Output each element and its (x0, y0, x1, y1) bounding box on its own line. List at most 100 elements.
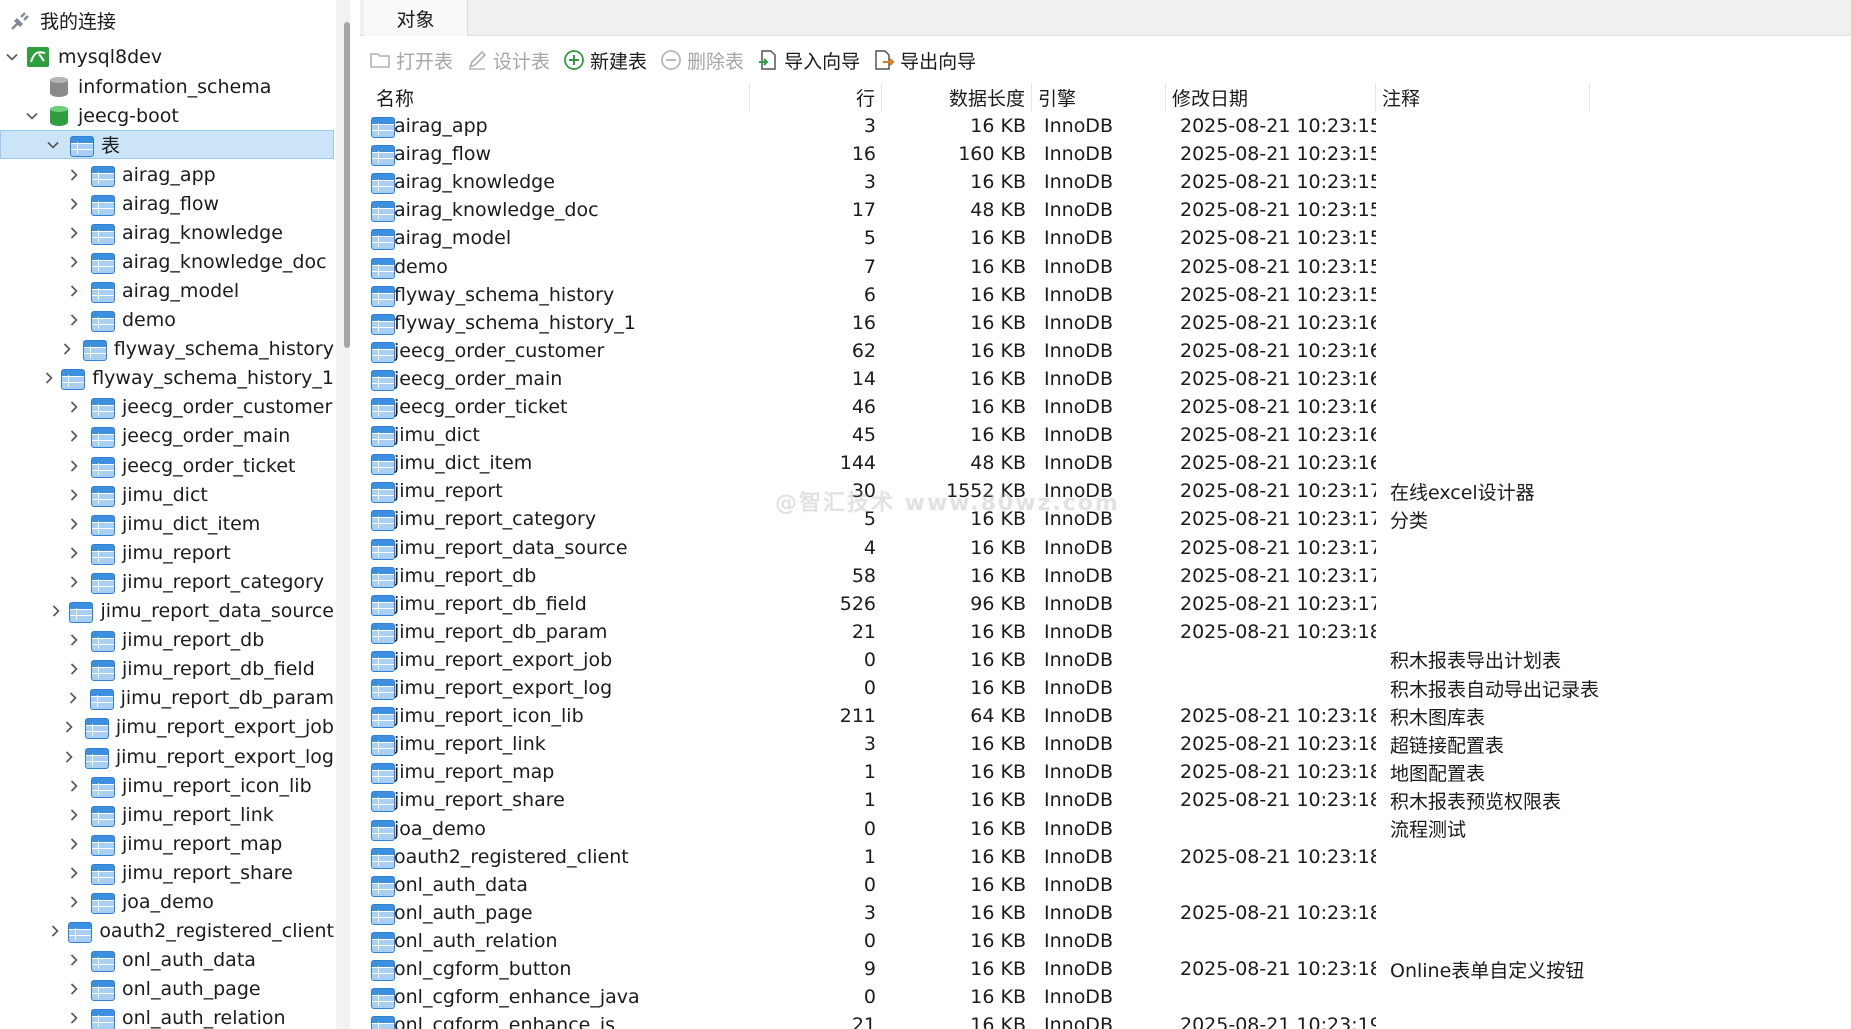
open-table-button[interactable]: 打开表 (368, 43, 453, 77)
chevron-right-icon[interactable] (66, 661, 82, 677)
chevron-right-icon[interactable] (66, 981, 82, 997)
tree-table-item[interactable]: onl_auth_page (0, 975, 334, 1004)
tree-db-information-schema[interactable]: information_schema (0, 72, 334, 101)
tree-table-item[interactable]: jeecg_order_main (0, 422, 334, 451)
table-row[interactable]: jeecg_order_customer 62 16 KB InnoDB 2025-08… (360, 337, 1851, 365)
chevron-right-icon[interactable] (49, 923, 61, 939)
table-row[interactable]: flyway_schema_history_1 16 16 KB InnoDB 2025… (360, 309, 1851, 337)
sidebar-scrollbar-thumb[interactable] (344, 22, 350, 348)
table-row[interactable]: onl_cgform_enhance_js 21 16 KB InnoDB 2025-0… (360, 1011, 1851, 1029)
design-table-button[interactable]: 设计表 (465, 43, 550, 77)
chevron-right-icon[interactable] (66, 225, 82, 241)
table-row[interactable]: onl_auth_relation 0 16 KB InnoDB (360, 927, 1851, 955)
chevron-right-icon[interactable] (66, 632, 82, 648)
table-row[interactable]: jimu_report_data_source 4 16 KB InnoDB 2025-… (360, 534, 1851, 562)
table-row[interactable]: joa_demo 0 16 KB InnoDB 流程测试 (360, 815, 1851, 843)
table-row[interactable]: onl_auth_data 0 16 KB InnoDB (360, 871, 1851, 899)
tree-table-item[interactable]: airag_knowledge_doc (0, 247, 334, 276)
chevron-right-icon[interactable] (66, 283, 82, 299)
tree-table-item[interactable]: jimu_report (0, 538, 334, 567)
chevron-right-icon[interactable] (50, 603, 62, 619)
tree-connection-mysql8dev[interactable]: mysql8dev (0, 42, 334, 71)
chevron-right-icon[interactable] (66, 865, 82, 881)
table-row[interactable]: oauth2_registered_client 1 16 KB InnoDB 2025… (360, 843, 1851, 871)
export-wizard-button[interactable]: 导出向导 (872, 43, 976, 77)
tree-table-item[interactable]: jimu_report_db_field (0, 655, 334, 684)
column-header-data-length[interactable]: 数据长度 (882, 83, 1032, 112)
table-row[interactable]: jimu_report_db_param 21 16 KB InnoDB 2025-08… (360, 618, 1851, 646)
table-row[interactable]: onl_auth_page 3 16 KB InnoDB 2025-08-21 10:2… (360, 899, 1851, 927)
table-row[interactable]: airag_app 3 16 KB InnoDB 2025-08-21 10:23:15 (360, 112, 1851, 140)
table-row[interactable]: flyway_schema_history 6 16 KB InnoDB 2025-08… (360, 281, 1851, 309)
tree-table-item[interactable]: jimu_report_data_source (0, 597, 334, 626)
table-row[interactable]: jimu_report_share 1 16 KB InnoDB 2025-08-21 … (360, 786, 1851, 814)
chevron-right-icon[interactable] (43, 370, 55, 386)
table-row[interactable]: jimu_dict 45 16 KB InnoDB 2025-08-21 10:23:1… (360, 421, 1851, 449)
tree-table-item[interactable]: jimu_report_link (0, 800, 334, 829)
delete-table-button[interactable]: 删除表 (659, 43, 744, 77)
tree-table-item[interactable]: jimu_report_category (0, 567, 334, 596)
tree-table-item[interactable]: jeecg_order_customer (0, 393, 334, 422)
tree-db-jeecg-boot[interactable]: jeecg-boot (0, 101, 334, 130)
table-row[interactable]: jimu_report_icon_lib 211 64 KB InnoDB 2025-0… (360, 702, 1851, 730)
column-header-comment[interactable]: 注释 (1376, 83, 1590, 112)
table-row[interactable]: onl_cgform_button 9 16 KB InnoDB 2025-08-21 … (360, 955, 1851, 983)
table-row[interactable]: jimu_report_map 1 16 KB InnoDB 2025-08-21 10… (360, 758, 1851, 786)
tree-table-item[interactable]: jimu_report_export_log (0, 742, 334, 771)
tree-table-item[interactable]: jimu_report_share (0, 858, 334, 887)
tree-root-my-connections[interactable]: 我的连接 (0, 6, 334, 35)
chevron-right-icon[interactable] (66, 196, 82, 212)
chevron-right-icon[interactable] (66, 952, 82, 968)
chevron-right-icon[interactable] (66, 516, 82, 532)
chevron-right-icon[interactable] (66, 894, 82, 910)
table-row[interactable]: jimu_report_db_field 526 96 KB InnoDB 2025-0… (360, 590, 1851, 618)
chevron-right-icon[interactable] (66, 167, 82, 183)
chevron-right-icon[interactable] (66, 545, 82, 561)
table-row[interactable]: jimu_report_export_log 0 16 KB InnoDB 积木报表自动… (360, 674, 1851, 702)
tree-table-item[interactable]: joa_demo (0, 888, 334, 917)
column-header-name[interactable]: 名称 (370, 83, 750, 112)
table-row[interactable]: jimu_report_category 5 16 KB InnoDB 2025-08-… (360, 505, 1851, 533)
tab-objects[interactable]: 对象 (364, 0, 468, 36)
tree-table-item[interactable]: jimu_report_icon_lib (0, 771, 334, 800)
tree-table-item[interactable]: onl_auth_data (0, 946, 334, 975)
table-row[interactable]: airag_knowledge 3 16 KB InnoDB 2025-08-21 10… (360, 168, 1851, 196)
tree-table-item[interactable]: oauth2_registered_client (0, 917, 334, 946)
table-row[interactable]: jimu_report_export_job 0 16 KB InnoDB 积木报表导出… (360, 646, 1851, 674)
chevron-right-icon[interactable] (66, 778, 82, 794)
chevron-right-icon[interactable] (66, 312, 82, 328)
tree-table-item[interactable]: jimu_dict (0, 480, 334, 509)
tree-table-item[interactable]: jeecg_order_ticket (0, 451, 334, 480)
chevron-down-icon[interactable] (24, 108, 40, 124)
tree-table-item[interactable]: airag_flow (0, 189, 334, 218)
tree-table-item[interactable]: onl_auth_relation (0, 1004, 334, 1029)
table-row[interactable]: jimu_dict_item 144 48 KB InnoDB 2025-08-21 1… (360, 449, 1851, 477)
tree-table-item[interactable]: flyway_schema_history (0, 335, 334, 364)
chevron-right-icon[interactable] (66, 836, 82, 852)
table-row[interactable]: demo 7 16 KB InnoDB 2025-08-21 10:23:15 (360, 253, 1851, 281)
chevron-down-icon[interactable] (4, 49, 20, 65)
chevron-right-icon[interactable] (66, 574, 82, 590)
tree-table-item[interactable]: jimu_report_db (0, 626, 334, 655)
chevron-right-icon[interactable] (66, 254, 82, 270)
column-header-rows[interactable]: 行 (750, 83, 882, 112)
new-table-button[interactable]: 新建表 (562, 43, 647, 77)
chevron-right-icon[interactable] (66, 458, 82, 474)
column-header-modified[interactable]: 修改日期 (1166, 83, 1376, 112)
tree-table-item[interactable]: jimu_report_export_job (0, 713, 334, 742)
tree-table-item[interactable]: airag_app (0, 160, 334, 189)
tree-folder-tables[interactable]: 表 (0, 130, 334, 159)
table-row[interactable]: jimu_report_link 3 16 KB InnoDB 2025-08-21 1… (360, 730, 1851, 758)
chevron-right-icon[interactable] (66, 487, 82, 503)
column-header-engine[interactable]: 引擎 (1032, 83, 1166, 112)
table-row[interactable]: jeecg_order_ticket 46 16 KB InnoDB 2025-08-2… (360, 393, 1851, 421)
chevron-right-icon[interactable] (61, 719, 76, 735)
table-row[interactable]: jimu_report_db 58 16 KB InnoDB 2025-08-21 10… (360, 562, 1851, 590)
chevron-right-icon[interactable] (66, 428, 82, 444)
table-row[interactable]: jeecg_order_main 14 16 KB InnoDB 2025-08-21 … (360, 365, 1851, 393)
tree-table-item[interactable]: airag_knowledge (0, 218, 334, 247)
tree-table-item[interactable]: jimu_dict_item (0, 509, 334, 538)
chevron-right-icon[interactable] (65, 690, 81, 706)
tree-table-item[interactable]: flyway_schema_history_1 (0, 364, 334, 393)
chevron-right-icon[interactable] (60, 341, 75, 357)
